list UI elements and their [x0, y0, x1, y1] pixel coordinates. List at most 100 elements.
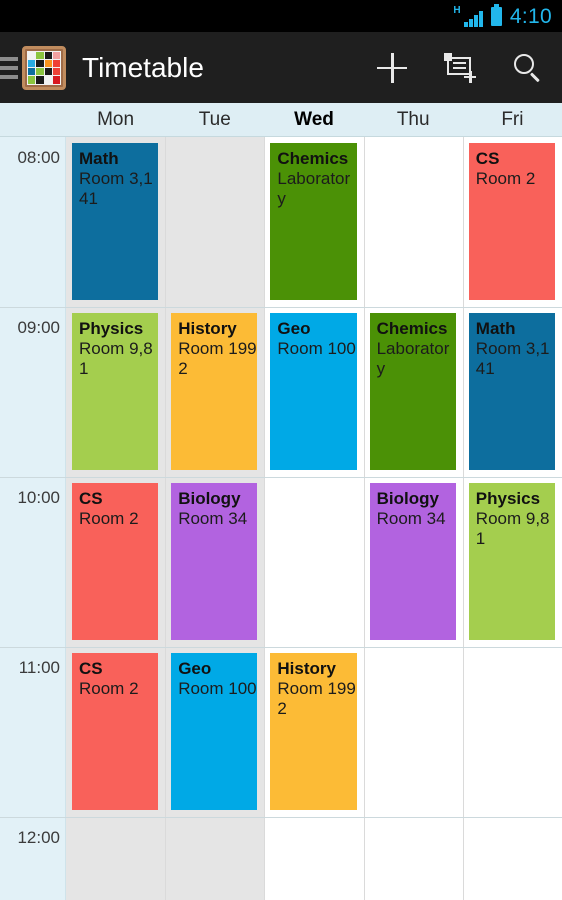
app-logo-grid: [27, 50, 61, 85]
timetable-event[interactable]: Chemics Laboratory: [369, 313, 456, 470]
column-divider: [165, 137, 167, 900]
timetable-event[interactable]: CS Room 2: [72, 653, 159, 810]
signal-bars-icon: H: [453, 5, 483, 27]
plus-icon: [377, 52, 407, 83]
event-room: Room 100: [277, 339, 356, 358]
time-label-0900: 09:00: [17, 318, 60, 337]
event-title: Physics: [79, 319, 144, 338]
timetable-event[interactable]: Math Room 3,141: [468, 313, 555, 470]
column-divider: [363, 137, 365, 900]
day-header-thu[interactable]: Thu: [364, 110, 463, 129]
event-title: History: [277, 659, 336, 678]
time-label-0800: 08:00: [17, 148, 60, 167]
status-bar-clock: 4:10: [509, 4, 552, 28]
timetable-event[interactable]: Geo Room 100: [171, 653, 258, 810]
timetable-event[interactable]: Chemics Laboratory: [270, 143, 357, 300]
event-title: History: [178, 319, 237, 338]
event-title: CS: [475, 149, 500, 168]
time-label-1100: 11:00: [18, 658, 60, 677]
event-room: Room 9,81: [79, 339, 153, 378]
event-room: Room 34: [376, 509, 446, 528]
day-header-row: Mon Tue Wed Thu Fri: [0, 103, 562, 137]
hamburger-menu-icon[interactable]: [0, 56, 18, 79]
search-icon: [513, 53, 543, 83]
app-logo-cell: [44, 59, 52, 67]
hour-divider: [0, 817, 562, 818]
status-bar: H 4:10: [0, 0, 562, 32]
day-header-wed[interactable]: Wed: [264, 110, 363, 129]
event-title: Biology: [376, 489, 439, 508]
day-header-tue[interactable]: Tue: [165, 110, 264, 129]
column-divider: [264, 137, 266, 900]
event-room: Room 1992: [277, 679, 356, 718]
app-logo-cell: [28, 76, 36, 84]
page-title: Timetable: [82, 51, 204, 83]
day-header-fri[interactable]: Fri: [463, 110, 562, 129]
app-logo-cell: [36, 68, 44, 76]
column-divider: [462, 137, 464, 900]
day-header-mon[interactable]: Mon: [66, 110, 165, 129]
event-room: Room 1992: [178, 339, 257, 378]
timetable-event[interactable]: Physics Room 9,81: [72, 313, 159, 470]
new-lesson-button[interactable]: [426, 32, 494, 103]
app-logo-cell: [52, 59, 60, 67]
time-label-1200: 12:00: [17, 828, 60, 847]
event-title: Geo: [277, 319, 311, 338]
hour-divider: [0, 307, 562, 308]
event-title: Chemics: [277, 149, 349, 168]
app-logo-cell: [28, 51, 36, 59]
event-room: Room 100: [178, 679, 257, 698]
hour-divider: [0, 477, 562, 478]
event-title: Chemics: [376, 319, 448, 338]
timetable-event[interactable]: Biology Room 34: [171, 483, 258, 640]
timetable-event[interactable]: CS Room 2: [468, 143, 555, 300]
status-bar-icons: H 4:10: [453, 3, 552, 28]
app-logo-cell: [52, 68, 60, 76]
app-logo-icon[interactable]: [22, 45, 66, 90]
event-room: Room 3,141: [475, 339, 550, 378]
app-logo-cell: [44, 68, 52, 76]
signal-strength-bars: [464, 11, 483, 27]
timetable-event[interactable]: CS Room 2: [72, 483, 159, 640]
timetable-event[interactable]: Math Room 3,141: [72, 143, 159, 300]
timetable-event[interactable]: Biology Room 34: [369, 483, 456, 640]
timetable-event[interactable]: History Room 1992: [171, 313, 258, 470]
app-logo-cell: [52, 51, 60, 59]
hour-divider: [0, 647, 562, 648]
app-logo-cell: [44, 76, 52, 84]
timetable-event[interactable]: Physics Room 9,81: [468, 483, 555, 640]
event-title: Math: [79, 149, 119, 168]
app-logo-cell: [44, 51, 52, 59]
app-logo-cell: [36, 59, 44, 67]
timetable-event[interactable]: History Room 1992: [270, 653, 357, 810]
event-room: Room 2: [79, 509, 139, 528]
event-room: Room 9,81: [475, 509, 550, 548]
event-room: Room 34: [178, 509, 248, 528]
app-logo-cell: [28, 59, 36, 67]
event-title: CS: [79, 659, 103, 678]
add-lesson-button[interactable]: [358, 32, 426, 103]
app-logo-cell: [52, 76, 60, 84]
app-logo-cell: [36, 51, 44, 59]
action-bar: Timetable: [0, 32, 562, 103]
event-title: Geo: [178, 659, 212, 678]
event-title: Biology: [178, 489, 241, 508]
battery-icon: [490, 3, 502, 26]
event-room: Laboratory: [376, 339, 450, 378]
timetable-grid[interactable]: 08:00 09:00 10:00 11:00 12:00 Math Room 3,141 C…: [0, 137, 562, 900]
network-type-label: H: [453, 5, 461, 16]
time-label-1000: 10:00: [17, 488, 60, 507]
event-room: Room 2: [79, 679, 139, 698]
event-room: Room 3,141: [79, 169, 153, 208]
event-room: Laboratory: [277, 169, 351, 208]
app-logo-cell: [28, 68, 36, 76]
new-card-plus-icon: [444, 52, 476, 83]
search-button[interactable]: [494, 32, 562, 103]
event-room: Room 2: [475, 169, 536, 188]
timetable-event[interactable]: Geo Room 100: [270, 313, 357, 470]
event-title: CS: [79, 489, 103, 508]
app-logo-cell: [36, 76, 44, 84]
event-title: Physics: [475, 489, 541, 508]
event-title: Math: [475, 319, 516, 338]
time-gutter: [0, 137, 66, 900]
